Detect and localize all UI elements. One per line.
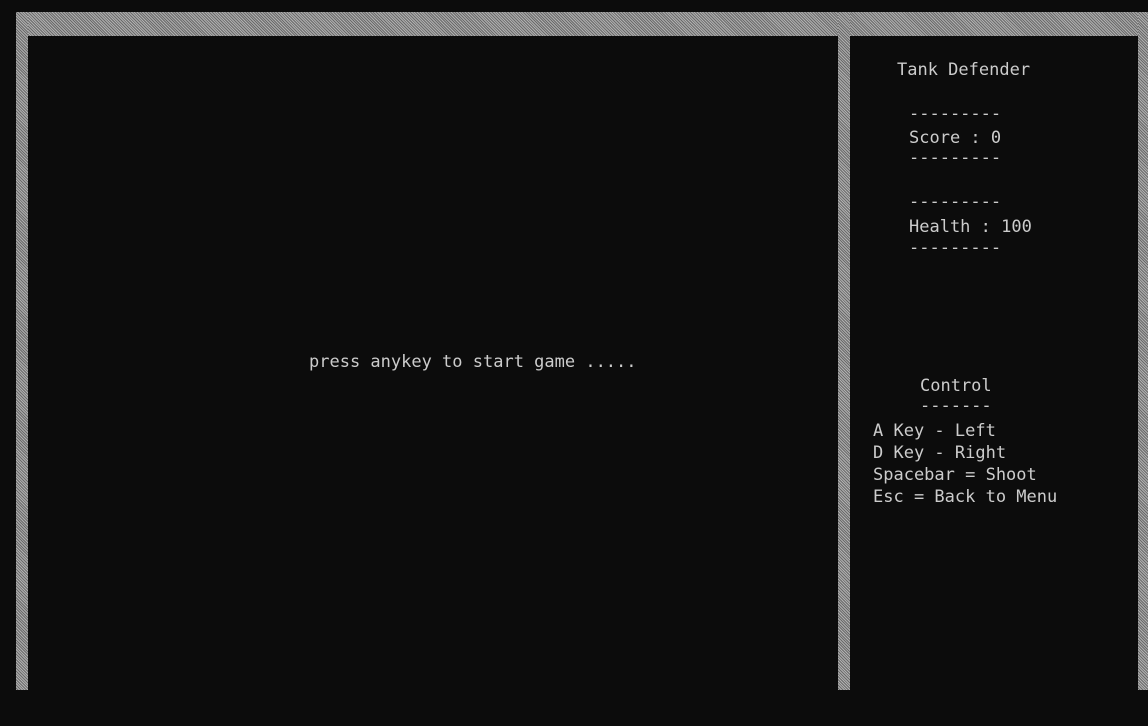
- control-title: Control: [920, 376, 992, 396]
- game-title: Tank Defender: [897, 60, 1031, 80]
- control-item-menu: Esc = Back to Menu: [873, 487, 1058, 507]
- divider-wall: [838, 12, 850, 690]
- score-divider-bottom: ---------: [909, 148, 1002, 168]
- score-divider-top: ---------: [909, 104, 1002, 124]
- control-item-shoot: Spacebar = Shoot: [873, 465, 1037, 485]
- control-item-left: A Key - Left: [873, 421, 996, 441]
- health-divider-bottom: ---------: [909, 238, 1002, 258]
- right-wall: [1138, 12, 1148, 690]
- health-divider-top: ---------: [909, 192, 1002, 212]
- control-item-right: D Key - Right: [873, 443, 1007, 463]
- top-wall: [16, 12, 1148, 36]
- sidebar: Tank Defender --------- Score : 0 ------…: [850, 36, 1138, 690]
- health-display: Health : 100: [909, 217, 1032, 237]
- start-prompt: press anykey to start game .....: [309, 352, 637, 372]
- score-display: Score : 0: [909, 128, 1002, 148]
- game-area[interactable]: press anykey to start game .....: [28, 36, 838, 690]
- control-divider: -------: [920, 396, 992, 416]
- left-wall: [16, 12, 28, 690]
